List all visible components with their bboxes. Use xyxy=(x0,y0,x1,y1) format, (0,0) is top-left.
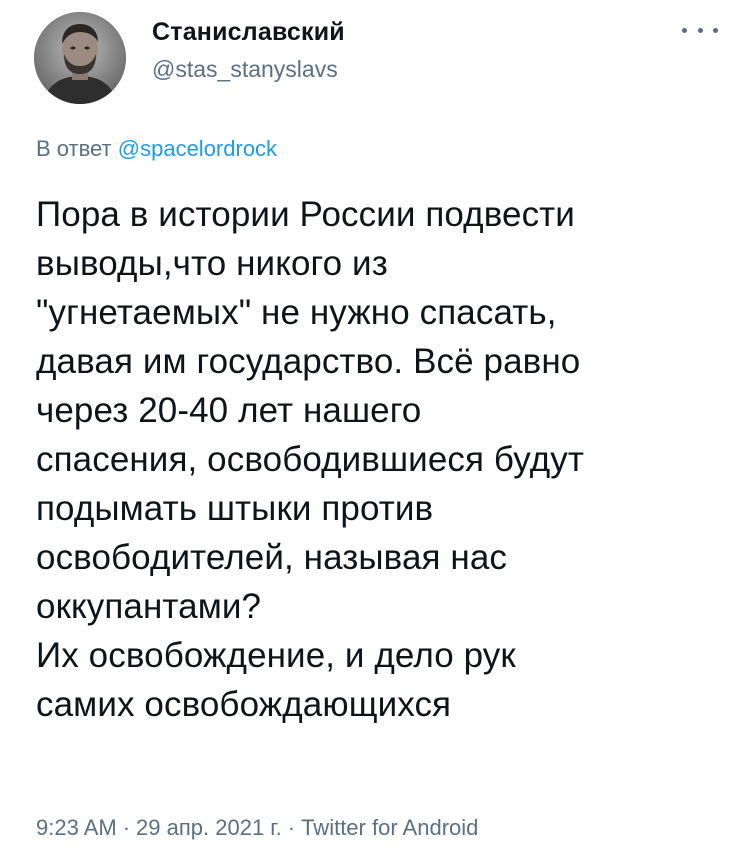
more-dot xyxy=(682,27,687,33)
avatar-photo xyxy=(34,12,126,104)
tweet-header: Станиславский @stas_stanyslavs xyxy=(34,8,724,108)
tweet-time[interactable]: 9:23 AM xyxy=(36,815,117,840)
meta-separator: · xyxy=(122,815,131,840)
reply-prefix: В ответ xyxy=(36,136,112,161)
reply-context: В ответ @spacelordrock xyxy=(36,136,277,162)
tweet: Станиславский @stas_stanyslavs В ответ @… xyxy=(0,0,750,860)
meta-separator: · xyxy=(287,815,296,840)
avatar[interactable] xyxy=(34,12,126,104)
tweet-meta: 9:23 AM · 29 апр. 2021 г. · Twitter for Andr… xyxy=(36,815,478,841)
more-horizontal-icon[interactable] xyxy=(682,20,718,40)
more-dot xyxy=(697,27,703,33)
more-dot xyxy=(713,27,718,33)
author-handle[interactable]: @stas_stanyslavs xyxy=(152,56,338,83)
reply-to-link[interactable]: @spacelordrock xyxy=(118,136,277,161)
tweet-client[interactable]: Twitter for Android xyxy=(301,815,478,840)
author-name[interactable]: Станиславский xyxy=(152,18,345,47)
tweet-text: Пора в истории России подвести выводы,чт… xyxy=(36,195,584,724)
tweet-date[interactable]: 29 апр. 2021 г. xyxy=(136,815,282,840)
